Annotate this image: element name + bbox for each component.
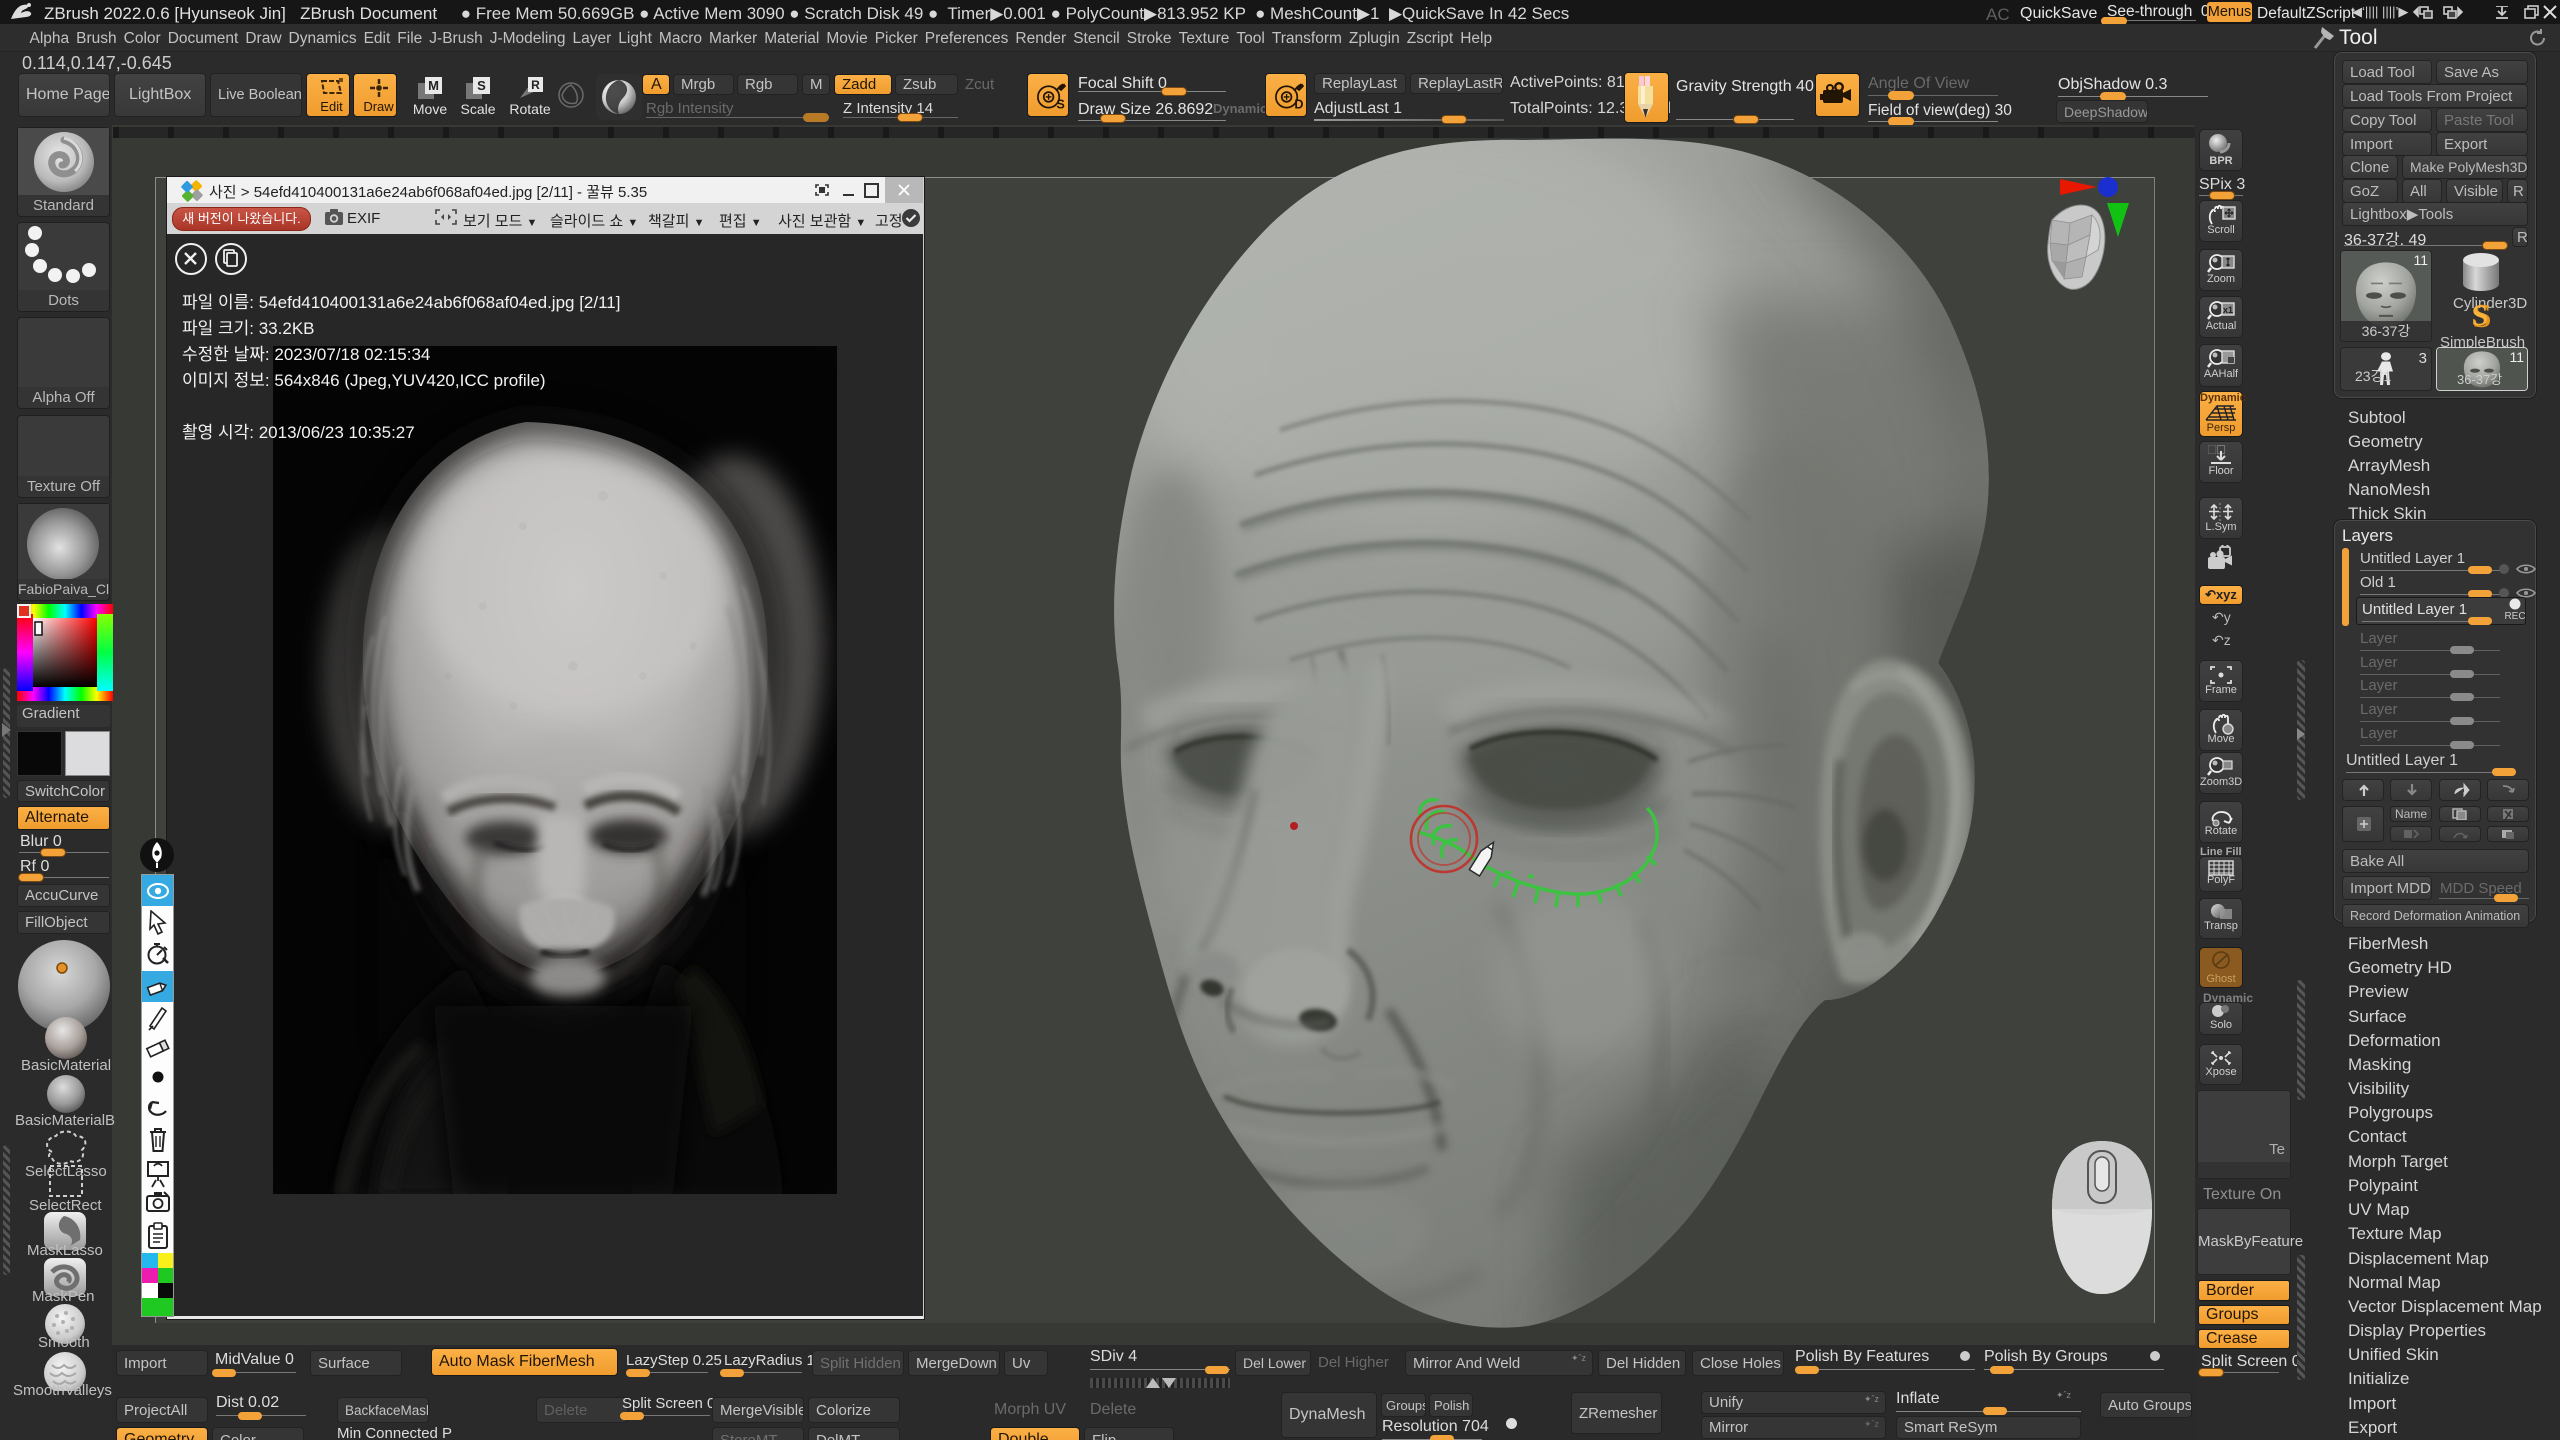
svg-text:REC: REC bbox=[2504, 611, 2525, 622]
svg-text:x1: x1 bbox=[2223, 305, 2233, 315]
svg-text:M: M bbox=[428, 78, 439, 93]
svg-text:S: S bbox=[477, 78, 486, 93]
svg-text:S: S bbox=[1056, 98, 1064, 112]
svg-text:R: R bbox=[531, 78, 540, 92]
svg-text:S: S bbox=[2472, 300, 2489, 332]
svg-text:D: D bbox=[1294, 98, 1303, 112]
svg-text:⃞□⃞: ⃞□⃞ bbox=[2208, 445, 2226, 455]
